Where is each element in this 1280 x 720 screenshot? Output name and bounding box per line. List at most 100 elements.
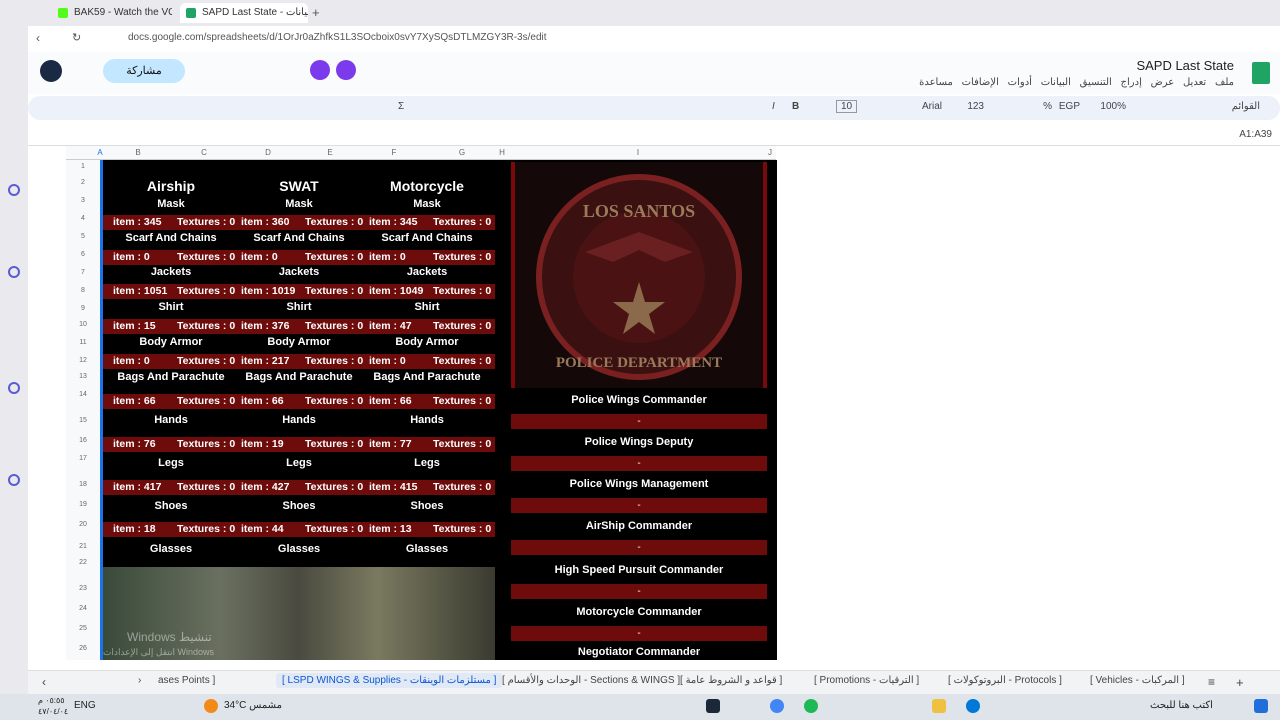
- sidebar-app-icon[interactable]: [8, 474, 20, 486]
- column-label[interactable]: D: [262, 148, 274, 157]
- weather-text[interactable]: 34°C مشمس: [224, 700, 282, 711]
- sheet-tab[interactable]: [ قواعد و الشروط عامة ]: [680, 675, 782, 686]
- sheet-tab[interactable]: ases Points ]: [158, 675, 215, 686]
- column-label[interactable]: I: [632, 148, 644, 157]
- weather-icon[interactable]: [204, 699, 218, 713]
- windows-start-icon[interactable]: [1254, 699, 1268, 713]
- font-select[interactable]: Arial: [922, 101, 942, 112]
- sheet-tab[interactable]: [ الوحدات والأقسام - Sections & WINGS ]: [502, 675, 680, 686]
- column-label[interactable]: J: [766, 148, 774, 157]
- doc-title[interactable]: SAPD Last State: [1136, 58, 1234, 73]
- row-label[interactable]: 3: [66, 197, 100, 204]
- column-label[interactable]: G: [456, 148, 468, 157]
- percent-button[interactable]: %: [1043, 101, 1052, 112]
- row-label[interactable]: 7: [66, 269, 100, 276]
- category-label: Hands: [282, 414, 316, 426]
- column-label[interactable]: C: [198, 148, 210, 157]
- sheet-content[interactable]: Windows تنشيط انتقل إلى الإعدادات لتنشيط…: [103, 160, 777, 660]
- row-label[interactable]: 26: [66, 645, 100, 652]
- role-title: AirShip Commander: [585, 520, 693, 532]
- sum-icon[interactable]: Σ: [398, 101, 404, 112]
- column-label[interactable]: H: [496, 148, 508, 157]
- steam-icon[interactable]: [706, 699, 720, 713]
- sheets-logo-icon[interactable]: [1252, 62, 1270, 84]
- edge-icon[interactable]: [966, 699, 980, 713]
- item-count: item : 0: [369, 355, 406, 367]
- clock-date[interactable]: ٤٧/٠٤/٠٤: [38, 707, 68, 716]
- row-label[interactable]: 10: [66, 321, 100, 328]
- zoom-select[interactable]: 100%: [1100, 101, 1126, 112]
- row-header: 1 2 3 4 5 6 7 8 9 10 11 12 13 14 15 16 17 18 19 20 21 22 23 24 2…: [66, 160, 100, 660]
- row-label[interactable]: 9: [66, 305, 100, 312]
- sidebar-app-icon[interactable]: [8, 184, 20, 196]
- tab-sapd[interactable]: SAPD Last State - ل بيانات: [180, 3, 308, 23]
- name-box[interactable]: A1:A39: [1239, 129, 1272, 140]
- tab-bak59[interactable]: BAK59 - Watch the VOD: [52, 3, 172, 23]
- row-label[interactable]: 24: [66, 605, 100, 612]
- row-label[interactable]: 4: [66, 215, 100, 222]
- collaborator-avatar[interactable]: [336, 60, 356, 80]
- row-label[interactable]: 1: [66, 163, 100, 170]
- row-label[interactable]: 23: [66, 585, 100, 592]
- reload-icon[interactable]: ↻: [72, 31, 81, 44]
- language-indicator[interactable]: ENG: [74, 700, 96, 711]
- italic-icon[interactable]: I: [772, 101, 775, 112]
- url-field[interactable]: docs.google.com/spreadsheets/d/1OrJr0aZh…: [128, 32, 547, 43]
- textures-count: Textures : 0: [433, 285, 492, 297]
- sheet-tab[interactable]: [ البروتوكولات - Protocols ]: [948, 675, 1062, 686]
- row-label[interactable]: 11: [66, 339, 100, 346]
- role-title: Negotiator Commander: [577, 646, 701, 658]
- row-label[interactable]: 19: [66, 501, 100, 508]
- all-sheets-icon[interactable]: ≡: [1208, 675, 1215, 689]
- row-label[interactable]: 15: [66, 417, 100, 424]
- sidebar-app-icon[interactable]: [8, 266, 20, 278]
- sidebar-app-icon[interactable]: [8, 382, 20, 394]
- row-label[interactable]: 17: [66, 455, 100, 462]
- tabs-scroll-left-icon[interactable]: ‹: [42, 675, 46, 689]
- sheet-tab[interactable]: [ Vehicles - المركبات ]: [1090, 675, 1185, 686]
- row-label[interactable]: 21: [66, 543, 100, 550]
- menus-button[interactable]: القوائم: [1232, 101, 1260, 112]
- textures-count: Textures : 0: [305, 438, 364, 450]
- column-label[interactable]: B: [132, 148, 144, 157]
- chrome-icon[interactable]: [770, 699, 784, 713]
- row-label[interactable]: 5: [66, 233, 100, 240]
- back-icon[interactable]: ‹: [36, 31, 40, 45]
- new-tab-icon[interactable]: +: [312, 5, 320, 20]
- row-label[interactable]: 20: [66, 521, 100, 528]
- spotify-icon[interactable]: [804, 699, 818, 713]
- chevron-icon[interactable]: ›: [138, 675, 141, 686]
- row-label[interactable]: 18: [66, 481, 100, 488]
- file-explorer-icon[interactable]: [932, 699, 946, 713]
- row-label[interactable]: 13: [66, 373, 100, 380]
- number-format-button[interactable]: 123: [967, 101, 984, 112]
- share-button[interactable]: مشاركة: [103, 59, 185, 83]
- item-count: item : 427: [241, 481, 290, 493]
- clock-time[interactable]: ٠٥:٥٥ م: [38, 696, 65, 705]
- category-label: Scarf And Chains: [381, 232, 473, 244]
- column-label[interactable]: F: [388, 148, 400, 157]
- collaborator-avatar[interactable]: [310, 60, 330, 80]
- empty-sheet-area[interactable]: [777, 146, 1280, 660]
- column-label[interactable]: A: [96, 148, 104, 157]
- category-label: Legs: [158, 457, 184, 469]
- row-label[interactable]: 16: [66, 437, 100, 444]
- row-label[interactable]: 8: [66, 287, 100, 294]
- row-label[interactable]: 14: [66, 391, 100, 398]
- font-size-field[interactable]: 10: [836, 100, 858, 113]
- taskbar-search[interactable]: اكتب هنا للبحث: [1150, 700, 1213, 711]
- menu-bar[interactable]: ملف تعديل عرض إدراج التنسيق البيانات أدو…: [919, 77, 1234, 88]
- row-label[interactable]: 2: [66, 179, 100, 186]
- add-sheet-icon[interactable]: +: [1236, 675, 1244, 690]
- row-label[interactable]: 22: [66, 559, 100, 566]
- row-label[interactable]: 6: [66, 251, 100, 258]
- column-label[interactable]: E: [324, 148, 336, 157]
- currency-button[interactable]: EGP: [1059, 101, 1080, 112]
- sheet-tab[interactable]: [ Promotions - الترقيات ]: [814, 675, 919, 686]
- gemini-icon[interactable]: [40, 60, 62, 82]
- textures-count: Textures : 0: [433, 395, 492, 407]
- bold-icon[interactable]: B: [792, 101, 799, 112]
- row-label[interactable]: 12: [66, 357, 100, 364]
- row-label[interactable]: 25: [66, 625, 100, 632]
- sheet-tab-active[interactable]: [ LSPD WINGS & Supplies - مستلزمات الوين…: [276, 673, 503, 688]
